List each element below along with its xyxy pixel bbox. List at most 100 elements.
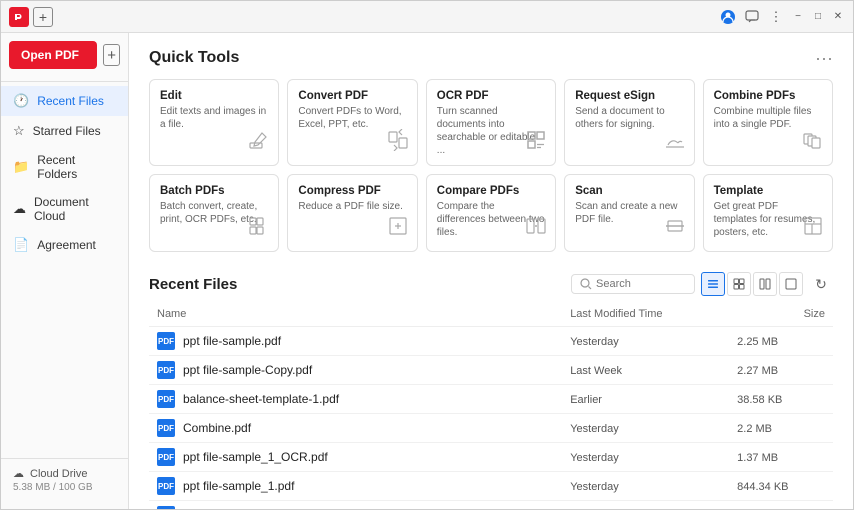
more-button[interactable]: ··· bbox=[346, 477, 364, 495]
open-pdf-label: Open PDF bbox=[21, 48, 79, 62]
app-logo bbox=[9, 7, 29, 27]
tool-card-batch-pdfs[interactable]: Batch PDFs Batch convert, create, print,… bbox=[149, 174, 279, 252]
table-row[interactable]: PDF ppt file-sample-Copy.pdf ☆ ↑ ··· Las… bbox=[149, 356, 833, 385]
list-view-button[interactable] bbox=[701, 272, 725, 296]
table-row[interactable]: PDF Combine.pdf ☆ ↑ ··· Yesterday 2.2 MB bbox=[149, 414, 833, 443]
recent-files-header: Recent Files bbox=[149, 272, 833, 296]
maximize-button[interactable]: □ bbox=[811, 10, 825, 24]
share-button[interactable]: ↑ bbox=[344, 506, 362, 509]
tool-card-combine-pdfs[interactable]: Combine PDFs Combine multiple files into… bbox=[703, 79, 833, 166]
sidebar-item-agreement[interactable]: 📄 Agreement bbox=[1, 230, 128, 260]
new-tab-button[interactable]: + bbox=[33, 7, 53, 27]
file-name: ppt file-sample_1_OCR.pdf bbox=[183, 450, 328, 464]
quick-tools-grid: Edit Edit texts and images in a file. Co… bbox=[149, 79, 833, 252]
close-button[interactable]: ✕ bbox=[831, 10, 845, 24]
more-button[interactable]: ··· bbox=[303, 419, 321, 437]
tool-title: Template bbox=[714, 185, 822, 197]
tool-desc: Send a document to others for signing. bbox=[575, 105, 683, 131]
esign-tool-icon bbox=[664, 129, 686, 157]
share-button[interactable]: ↑ bbox=[358, 448, 376, 466]
grid-view-button[interactable] bbox=[727, 272, 751, 296]
quick-tools-more-button[interactable]: ··· bbox=[815, 49, 833, 67]
file-icon: PDF bbox=[157, 390, 175, 408]
table-row[interactable]: PDF ppt file-sample.pdf ☆ ↑ ··· Yesterda… bbox=[149, 327, 833, 356]
table-header-row: Name Last Modified Time Size bbox=[149, 304, 833, 327]
template-tool-icon bbox=[802, 215, 824, 243]
file-modified: Yesterday bbox=[570, 336, 619, 348]
tool-card-template[interactable]: Template Get great PDF templates for res… bbox=[703, 174, 833, 252]
star-button[interactable]: ☆ bbox=[347, 390, 365, 408]
tool-card-compress-pdf[interactable]: Compress PDF Reduce a PDF file size. bbox=[287, 174, 417, 252]
table-row[interactable]: PDF balance-sheet-template-1.pdf ☆ ↑ ···… bbox=[149, 385, 833, 414]
open-pdf-button[interactable]: Open PDF bbox=[9, 41, 97, 69]
file-size: 2.27 MB bbox=[737, 365, 778, 377]
sidebar: Open PDF + 🕐 Recent Files ☆ Starred File… bbox=[1, 33, 129, 509]
sidebar-item-label: Starred Files bbox=[33, 124, 101, 138]
batch-tool-icon bbox=[248, 215, 270, 243]
tool-card-edit[interactable]: Edit Edit texts and images in a file. bbox=[149, 79, 279, 166]
file-modified: Earlier bbox=[570, 394, 602, 406]
tool-card-convert-pdf[interactable]: Convert PDF Convert PDFs to Word, Excel,… bbox=[287, 79, 417, 166]
file-name: balance-sheet-template-1.pdf bbox=[183, 392, 339, 406]
more-button[interactable]: ··· bbox=[380, 448, 398, 466]
tool-title: Scan bbox=[575, 185, 683, 197]
quick-tools-header: Quick Tools ··· bbox=[149, 49, 833, 67]
share-button[interactable]: ↑ bbox=[311, 332, 329, 350]
share-button[interactable]: ↑ bbox=[369, 390, 387, 408]
file-table: Name Last Modified Time Size PDF ppt fil… bbox=[149, 304, 833, 509]
more-button[interactable]: ··· bbox=[333, 332, 351, 350]
scan-tool-icon bbox=[664, 215, 686, 243]
sidebar-item-document-cloud[interactable]: ☁ Document Cloud bbox=[1, 188, 128, 230]
cloud-drive-usage: 5.38 MB / 100 GB bbox=[13, 482, 116, 493]
star-button[interactable]: ☆ bbox=[322, 506, 340, 509]
share-button[interactable]: ↑ bbox=[281, 419, 299, 437]
share-button[interactable]: ↑ bbox=[342, 361, 360, 379]
window-controls: ⋮ − □ ✕ bbox=[719, 8, 845, 26]
file-icon: PDF bbox=[157, 448, 175, 466]
table-row[interactable]: PDF ppt file-sample_OCR.pdf ☆ ↑ ··· Yest… bbox=[149, 501, 833, 510]
sidebar-item-recent-files[interactable]: 🕐 Recent Files bbox=[1, 86, 128, 116]
table-row[interactable]: PDF ppt file-sample_1_OCR.pdf ☆ ↑ ··· Ye… bbox=[149, 443, 833, 472]
minimize-button[interactable]: − bbox=[791, 10, 805, 24]
sidebar-item-label: Recent Folders bbox=[37, 153, 116, 181]
more-button[interactable]: ··· bbox=[391, 390, 409, 408]
view-toggle bbox=[701, 272, 803, 296]
share-button[interactable]: ↑ bbox=[324, 477, 342, 495]
tool-desc: Reduce a PDF file size. bbox=[298, 200, 406, 213]
star-button[interactable]: ☆ bbox=[336, 448, 354, 466]
file-name: ppt file-sample-Copy.pdf bbox=[183, 363, 312, 377]
file-modified: Yesterday bbox=[570, 452, 619, 464]
search-input[interactable] bbox=[596, 278, 686, 290]
col-name: Name bbox=[149, 304, 562, 327]
cloud-drive-icon: ☁ bbox=[13, 467, 24, 480]
tool-card-request-esign[interactable]: Request eSign Send a document to others … bbox=[564, 79, 694, 166]
star-button[interactable]: ☆ bbox=[259, 419, 277, 437]
search-icon bbox=[580, 278, 592, 290]
more-icon[interactable]: ⋮ bbox=[767, 8, 785, 26]
sidebar-item-starred-files[interactable]: ☆ Starred Files bbox=[1, 116, 128, 146]
sort-button[interactable] bbox=[779, 272, 803, 296]
cloud-drive-title[interactable]: ☁ Cloud Drive bbox=[13, 467, 116, 480]
sidebar-item-recent-folders[interactable]: 📁 Recent Folders bbox=[1, 146, 128, 188]
tool-card-compare-pdfs[interactable]: Compare PDFs Compare the differences bet… bbox=[426, 174, 556, 252]
sidebar-item-label: Document Cloud bbox=[34, 195, 116, 223]
user-icon[interactable] bbox=[719, 8, 737, 26]
tool-card-scan[interactable]: Scan Scan and create a new PDF file. bbox=[564, 174, 694, 252]
main-content: Quick Tools ··· Edit Edit texts and imag… bbox=[129, 33, 853, 509]
chat-icon[interactable] bbox=[743, 8, 761, 26]
more-button[interactable]: ··· bbox=[366, 506, 384, 509]
more-button[interactable]: ··· bbox=[364, 361, 382, 379]
search-box[interactable] bbox=[571, 274, 695, 294]
convert-tool-icon bbox=[387, 129, 409, 157]
tool-card-ocr-pdf[interactable]: OCR PDF Turn scanned documents into sear… bbox=[426, 79, 556, 166]
recent-folders-icon: 📁 bbox=[13, 159, 29, 175]
star-button[interactable]: ☆ bbox=[289, 332, 307, 350]
add-button[interactable]: + bbox=[103, 44, 120, 66]
table-row[interactable]: PDF ppt file-sample_1.pdf ☆ ↑ ··· Yester… bbox=[149, 472, 833, 501]
star-button[interactable]: ☆ bbox=[320, 361, 338, 379]
detail-view-button[interactable] bbox=[753, 272, 777, 296]
file-modified: Last Week bbox=[570, 365, 622, 377]
refresh-button[interactable]: ↻ bbox=[809, 272, 833, 296]
star-button[interactable]: ☆ bbox=[302, 477, 320, 495]
file-icon: PDF bbox=[157, 419, 175, 437]
